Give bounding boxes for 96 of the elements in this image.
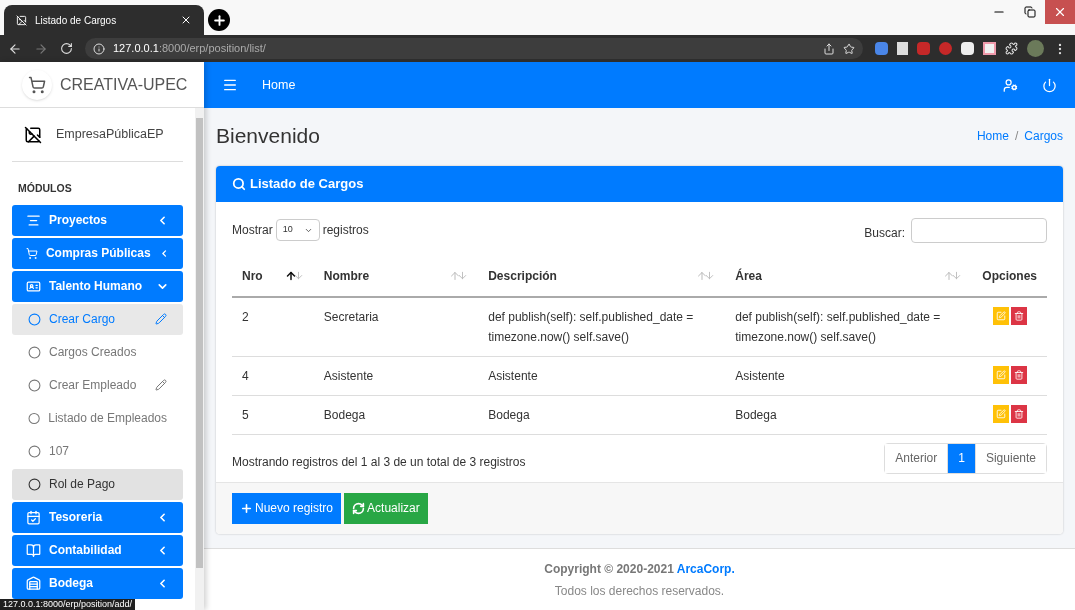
puzzle-icon[interactable]	[1005, 42, 1018, 55]
close-window-button[interactable]	[1045, 0, 1075, 24]
status-url-tooltip: 127.0.0.1:8000/erp/position/add/	[0, 599, 136, 610]
module-icon	[26, 278, 41, 294]
extension-icon[interactable]	[961, 42, 974, 55]
submenu-item[interactable]: Crear Cargo	[12, 303, 183, 335]
records-label: registros	[322, 222, 370, 239]
delete-button[interactable]	[1010, 306, 1027, 325]
submenu-item[interactable]: Listado de Empleados	[12, 402, 183, 434]
refresh-button[interactable]: Actualizar	[344, 492, 428, 524]
share-icon[interactable]	[823, 42, 835, 55]
module-icon	[26, 542, 41, 558]
close-icon	[1053, 5, 1067, 19]
search-label: Buscar:	[864, 225, 905, 242]
profile-avatar[interactable]	[1027, 40, 1044, 57]
module-menu-item[interactable]: Proyectos	[12, 204, 183, 236]
cart-logo-icon	[22, 69, 52, 100]
breadcrumb-link[interactable]: Home	[976, 126, 1009, 145]
info-icon	[93, 42, 105, 55]
company-image-icon	[24, 125, 42, 144]
submenu-item[interactable]: Rol de Pago	[12, 468, 183, 500]
forward-icon[interactable]	[34, 41, 48, 56]
column-header[interactable]: Opciones	[972, 256, 1047, 297]
table-cell: Asistente	[725, 356, 973, 395]
table-cell: Bodega	[725, 395, 973, 434]
module-menu-item[interactable]: Compras Públicas	[12, 237, 183, 269]
reload-icon[interactable]	[60, 42, 73, 55]
plus-icon	[211, 12, 227, 28]
table-cell: Asistente	[478, 356, 726, 395]
table-cell: def publish(self): self.published_date = timezone.now() self.save()	[478, 296, 726, 356]
url-text: 127.0.0.1:8000/erp/position/list/	[113, 41, 266, 57]
new-record-button[interactable]: Nuevo registro	[232, 492, 342, 524]
submenu-item[interactable]: 107	[12, 435, 183, 467]
circle-icon	[28, 444, 41, 458]
tab-title: Listado de Cargos	[35, 13, 118, 28]
users-settings-icon[interactable]	[1003, 77, 1018, 93]
circle-icon	[28, 411, 41, 425]
page-size-select[interactable]: 10	[275, 219, 320, 241]
breadcrumb-link[interactable]: Cargos	[1024, 126, 1063, 145]
table-cell: def publish(self): self.published_date = timezone.now() self.save()	[725, 296, 973, 356]
address-bar[interactable]: 127.0.0.1:8000/erp/position/list/	[85, 38, 863, 59]
refresh-icon	[352, 501, 366, 515]
extension-icon[interactable]	[875, 42, 888, 55]
module-menu-item[interactable]: Talento Humano	[12, 270, 183, 302]
circle-icon	[28, 378, 41, 392]
close-icon[interactable]	[180, 14, 192, 26]
bookmark-star-icon[interactable]	[843, 42, 855, 55]
table-cell: 5	[232, 395, 314, 434]
pagination-button[interactable]: Siguiente	[974, 443, 1046, 473]
section-header: MÓDULOS	[17, 181, 73, 196]
module-icon	[26, 509, 41, 525]
records-info: Mostrando registros del 1 al 3 de un total de 3 registros	[232, 454, 526, 471]
copyright-text: Copyright © 2020-2021 ArcaCorp.	[544, 560, 735, 578]
table-cell: Bodega	[313, 395, 479, 434]
delete-button[interactable]	[1010, 365, 1027, 384]
new-tab-button[interactable]	[208, 9, 230, 31]
table-cell: Asistente	[313, 356, 479, 395]
browser-tab[interactable]: Listado de Cargos	[4, 5, 204, 35]
back-icon[interactable]	[8, 41, 22, 56]
company-link[interactable]: ArcaCorp.	[676, 561, 735, 576]
circle-icon	[28, 345, 41, 359]
search-icon	[232, 176, 246, 191]
module-icon	[26, 575, 41, 591]
table-cell: Secretaria	[313, 296, 479, 356]
table-cell: 4	[232, 356, 314, 395]
page-title: Bienvenido	[216, 123, 320, 149]
submenu-item[interactable]: Cargos Creados	[12, 336, 183, 368]
table-cell: Bodega	[478, 395, 726, 434]
scrollbar[interactable]	[195, 108, 204, 610]
plus-icon	[240, 501, 253, 515]
column-header[interactable]: Área	[725, 256, 973, 297]
company-name[interactable]: EmpresaPúblicaEP	[56, 125, 164, 144]
submenu-item[interactable]: Crear Empleado	[12, 369, 183, 401]
module-menu-item[interactable]: Tesoreria	[12, 501, 183, 533]
column-header[interactable]: Nombre	[313, 256, 479, 297]
module-menu-item[interactable]: Contabilidad	[12, 534, 183, 566]
rights-text: Todos los derechos reservados.	[554, 582, 725, 600]
module-menu-item[interactable]: Bodega	[12, 567, 183, 599]
power-icon[interactable]	[1042, 77, 1057, 93]
sort-icon[interactable]	[284, 270, 304, 282]
card-title: Listado de Cargos	[250, 174, 364, 193]
table-cell: 2	[232, 296, 314, 356]
breadcrumb-separator: /	[1014, 127, 1019, 145]
module-icon	[26, 212, 41, 228]
delete-button[interactable]	[1010, 404, 1027, 423]
circle-icon	[28, 477, 41, 491]
show-label: Mostrar	[232, 222, 273, 239]
tab-favicon-icon	[16, 14, 27, 26]
search-input[interactable]	[911, 217, 1047, 243]
restore-icon[interactable]	[1024, 6, 1036, 18]
circle-icon	[28, 312, 41, 326]
column-header[interactable]: Descripción	[478, 256, 726, 297]
brand-name[interactable]: CREATIVA-UPEC	[60, 72, 188, 97]
column-header[interactable]: Nro	[232, 256, 314, 297]
pagination-button[interactable]: 1	[947, 443, 975, 473]
module-icon	[26, 245, 38, 261]
